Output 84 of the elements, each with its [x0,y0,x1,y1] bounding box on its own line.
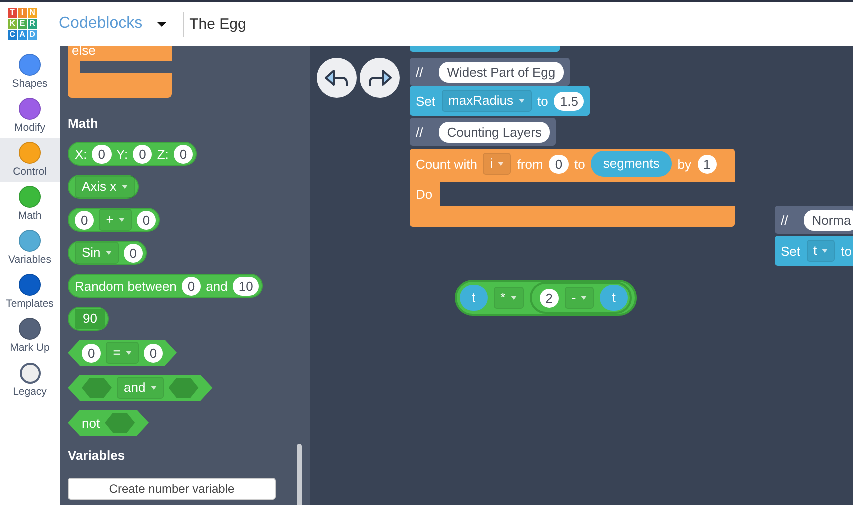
caret-icon [518,99,525,103]
design-title[interactable]: The Egg [182,12,252,36]
logo-letter: A [18,30,27,40]
block-label: from [517,156,544,172]
category-item[interactable]: Control [0,138,60,182]
caret-icon [122,185,128,189]
category-item[interactable]: Legacy [0,358,60,402]
code-block[interactable]: 0 + 0 [68,208,160,232]
number-field[interactable]: 1.5 [554,92,584,110]
code-block[interactable]: Sin 0 [68,241,148,265]
number-field[interactable]: 0 [82,344,102,362]
category-item[interactable]: Mark Up [0,314,60,358]
block-label: Do [416,186,433,202]
block-label: X: [75,146,88,162]
logo-letter: I [18,8,27,18]
code-block[interactable]: X: 0 Y: 0 Z: 0 [68,142,198,166]
block-label: // [416,64,424,80]
create-variable-button[interactable]: Create number variable [68,478,276,500]
block-label: Set [416,94,436,108]
block-label: not [82,416,100,430]
logo-letter: C [8,30,17,40]
code-block[interactable]: // Norma [775,206,853,234]
block-label: // [416,124,424,140]
section-heading: Variables [68,448,126,463]
right-arrow-icon [367,68,393,88]
number-field[interactable]: 2 [540,288,559,308]
caret-icon [126,351,132,355]
caret-icon [156,22,167,26]
redo-button[interactable] [360,58,400,98]
category-item[interactable]: Variables [0,226,60,270]
logo-letter: E [18,19,27,29]
block-label: Count with [416,156,478,172]
code-block[interactable]: Set maxRadius to 1.5 [410,86,590,116]
block-label: to [574,156,586,172]
caret-icon [118,218,125,222]
block-label: to [841,244,852,258]
logo-letter: K [8,19,17,29]
code-block[interactable]: // Counting Layers [410,118,556,146]
caret-icon [498,162,504,166]
number-field[interactable]: 0 [182,276,202,296]
logo-letter: T [8,8,17,18]
block-label: by [678,156,692,172]
block-label: Z: [157,146,169,162]
category-item[interactable]: Math [0,182,60,226]
logo-letter: N [28,8,37,18]
scrollbar[interactable] [297,444,302,505]
block-label: Random between [75,278,177,294]
category-item[interactable]: Modify [0,94,60,138]
category-item[interactable]: Shapes [0,50,60,94]
caret-icon [822,249,828,253]
comment-field[interactable]: Norma [804,210,853,230]
block-label: // [781,212,788,228]
logo-letter: R [28,19,37,29]
caret-icon [510,296,517,300]
caret-icon [581,296,588,300]
block-label: and [206,278,228,294]
block-label: to [538,94,548,108]
code-block[interactable]: t * 2 - t [455,280,637,316]
number-field[interactable]: 0 [75,210,94,230]
undo-button[interactable] [317,58,357,98]
comment-field[interactable]: Widest Part of Egg [439,62,564,82]
logo-letter: D [28,30,37,40]
caret-icon [150,386,157,390]
nested-block[interactable]: 2 - t [530,282,632,314]
code-block[interactable]: Count with i from 0 to segments by 1 Do [410,149,735,227]
code-block[interactable]: Random between 0 and 10 [68,274,264,298]
block-label: Set [781,244,801,258]
number-field[interactable]: 0 [174,144,194,164]
category-item[interactable]: Templates [0,270,60,314]
number-field[interactable]: 0 [133,144,152,164]
number-field[interactable]: 1 [698,154,717,174]
code-block[interactable]: 0 = 0 [68,340,178,366]
comment-field[interactable]: Counting Layers [439,122,550,142]
left-arrow-icon [324,68,350,88]
caret-icon [106,251,112,255]
number-field[interactable]: 0 [549,154,569,174]
section-heading: Math [68,116,98,131]
number-field[interactable]: 0 [124,244,144,262]
code-block[interactable]: // Widest Part of Egg [410,58,570,86]
block-label: Y: [116,146,128,162]
number-field[interactable]: 0 [136,210,156,230]
number-field[interactable]: 0 [92,144,112,164]
number-field[interactable]: 10 [232,276,260,296]
number-field[interactable]: 0 [144,344,164,362]
